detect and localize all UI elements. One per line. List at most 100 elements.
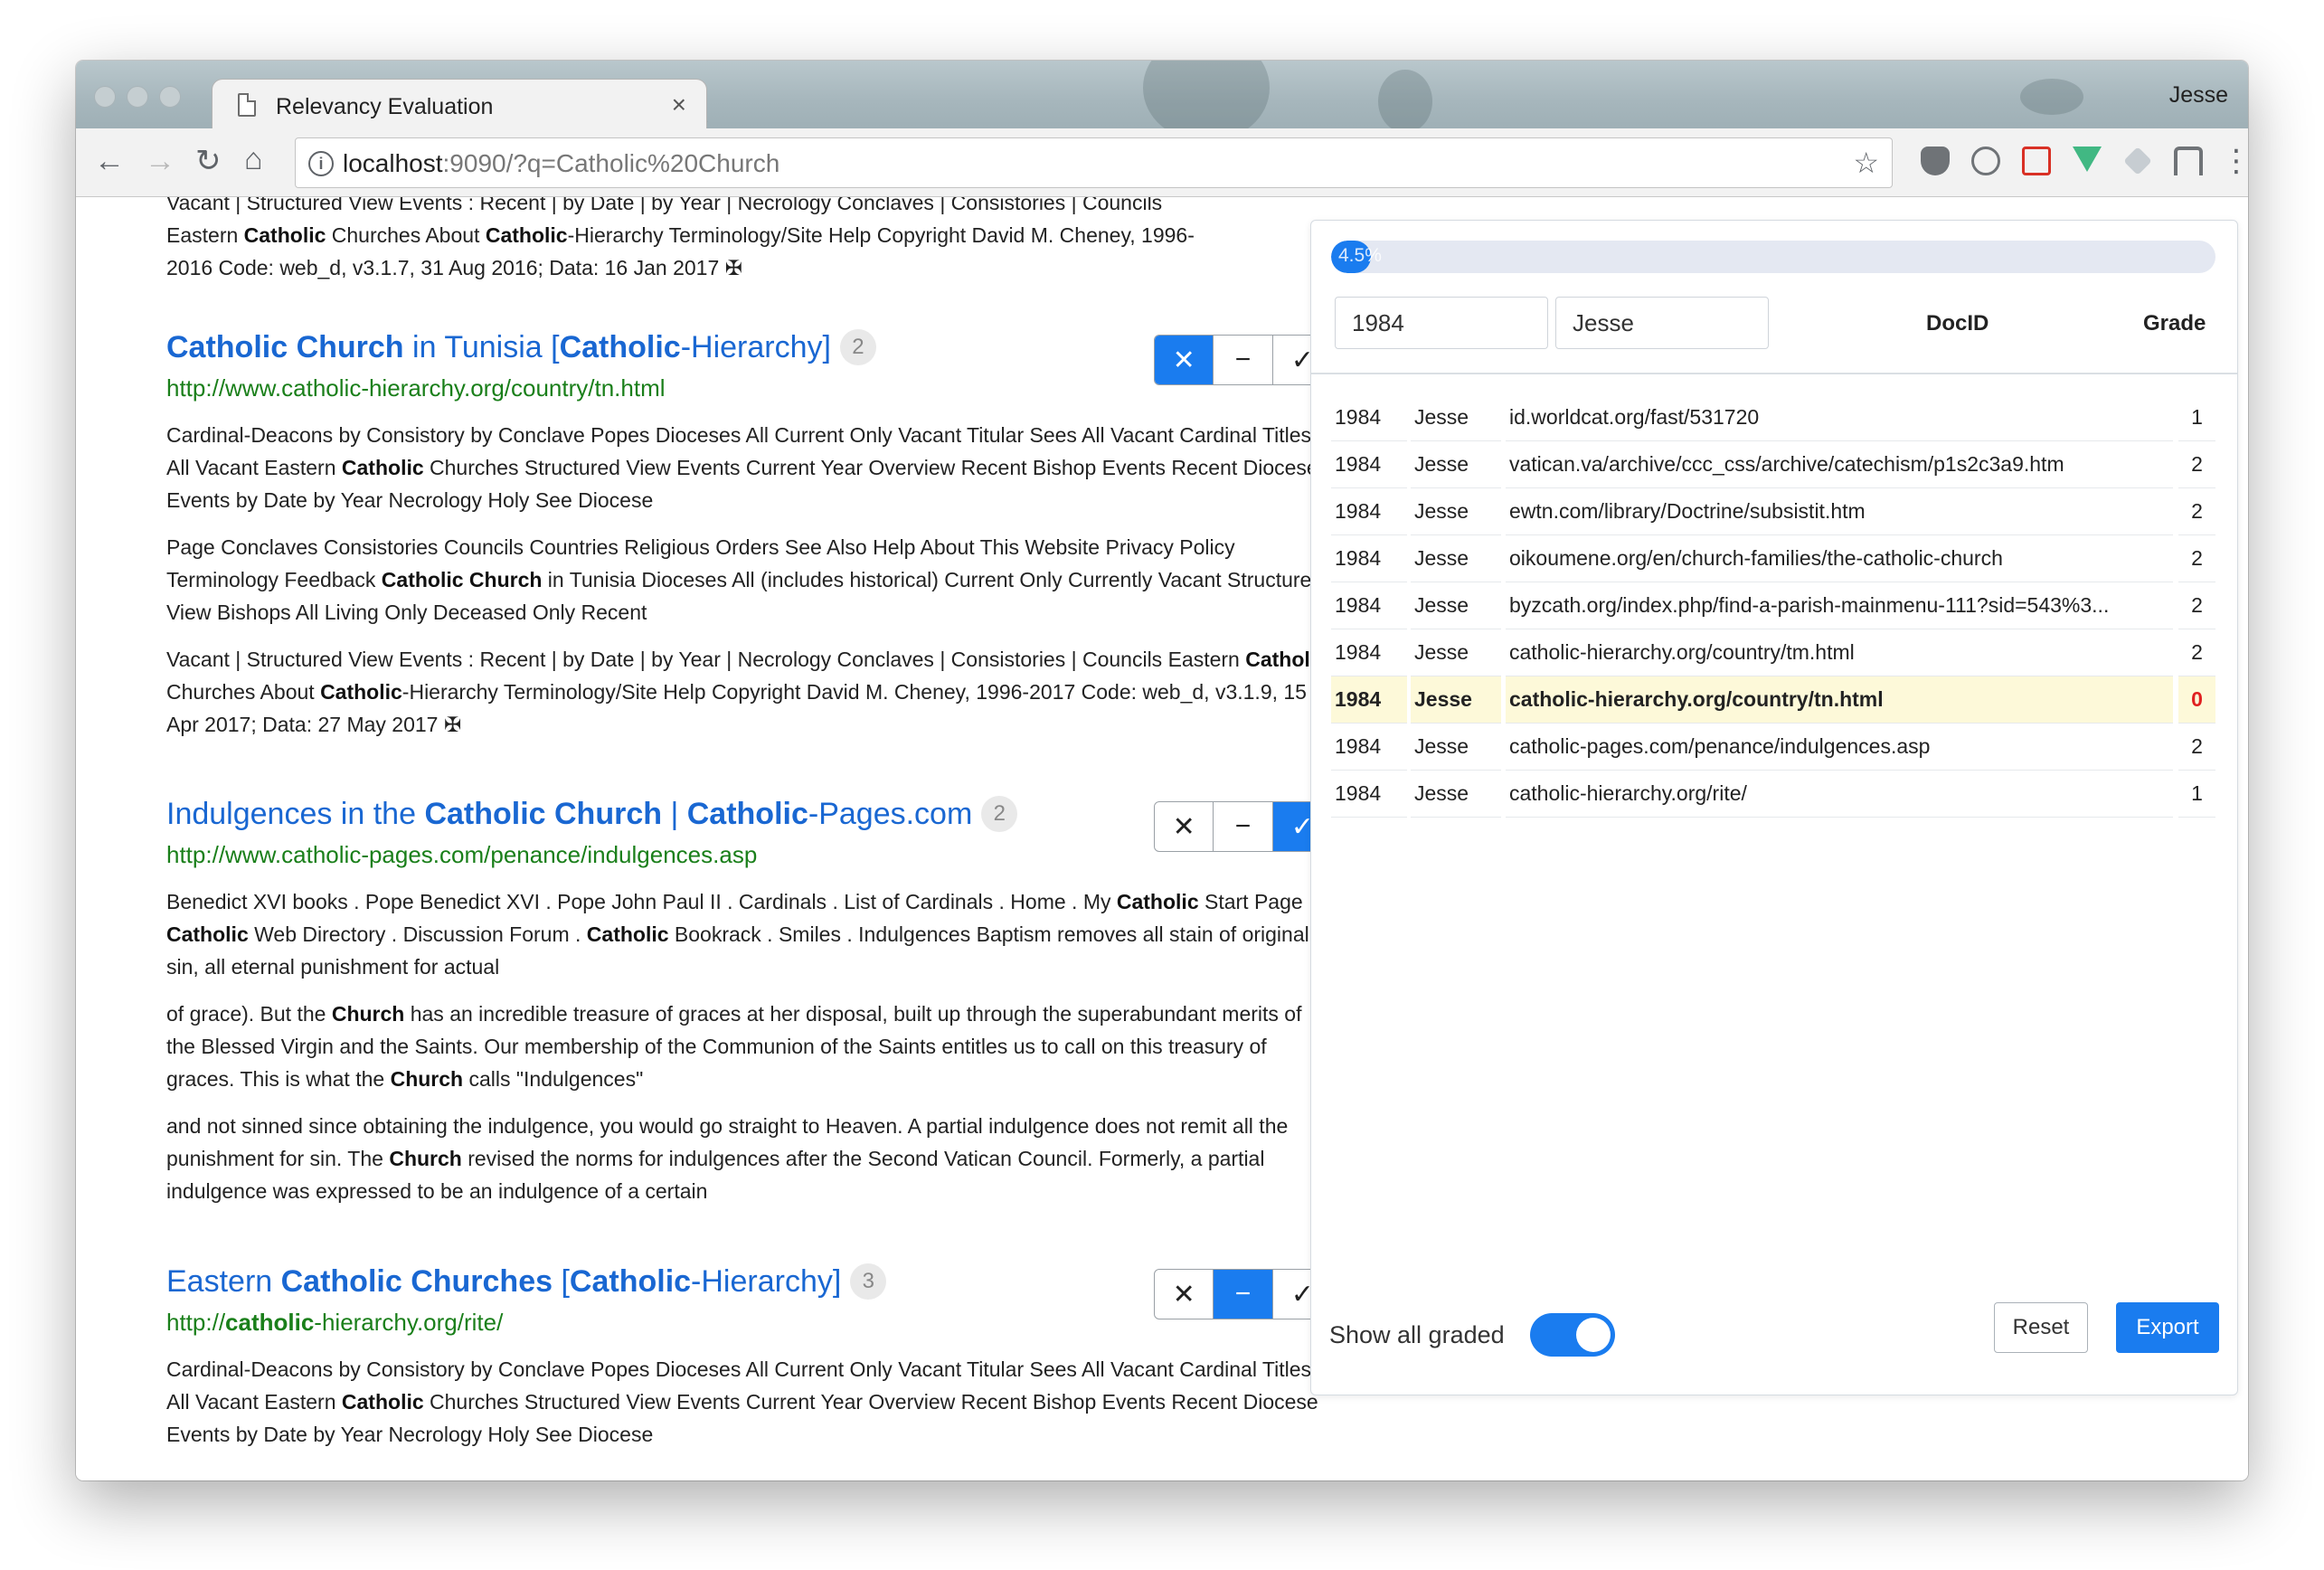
row-year: 1984 — [1331, 724, 1407, 771]
row-docid: catholic-pages.com/penance/indulgences.a… — [1506, 724, 2173, 771]
tab-title: Relevancy Evaluation — [276, 94, 494, 119]
search-result: Catholic Church in Tunisia [Catholic-Hie… — [166, 327, 1333, 755]
password-manager-icon[interactable] — [1971, 147, 2000, 175]
row-grade: 1 — [2178, 394, 2215, 441]
dropbox-icon[interactable] — [2123, 147, 2152, 175]
row-user: Jesse — [1411, 676, 1501, 724]
row-user: Jesse — [1411, 771, 1501, 818]
graded-table: 1984 Jesse id.worldcat.org/fast/531720 1 198… — [1331, 394, 2215, 818]
row-user: Jesse — [1411, 582, 1501, 629]
toggle-knob — [1576, 1318, 1611, 1352]
search-result: Eastern Catholic Churches [Catholic-Hier… — [166, 1262, 1333, 1465]
medical-cross-icon[interactable] — [2022, 147, 2051, 175]
row-docid: byzcath.org/index.php/find-a-parish-main… — [1506, 582, 2173, 629]
result-snippet: Cardinal-Deacons by Consistory by Concla… — [166, 423, 1318, 512]
row-grade: 2 — [2178, 582, 2215, 629]
grade-neutral-button[interactable]: − — [1214, 1270, 1273, 1319]
row-year: 1984 — [1331, 441, 1407, 488]
info-icon[interactable]: i — [308, 151, 334, 176]
fragment-line: Eastern Catholic Churches About Catholic… — [166, 223, 1195, 247]
reset-button[interactable]: Reset — [1994, 1302, 2088, 1353]
row-grade: 2 — [2178, 629, 2215, 676]
result-snippet: Page Conclaves Consistories Councils Cou… — [166, 535, 1324, 624]
panel-divider — [1311, 373, 2237, 374]
result-snippet: Cardinal-Deacons by Consistory by Concla… — [166, 1357, 1318, 1446]
url-text[interactable]: localhost:9090/?q=Catholic%20Church — [343, 149, 779, 178]
browser-window: Relevancy Evaluation × Jesse ← → ↻ ⌂ i l… — [76, 61, 2248, 1480]
row-grade: 0 — [2178, 676, 2215, 724]
vue-devtools-icon[interactable] — [2073, 147, 2102, 172]
table-row[interactable]: 1984 Jesse catholic-hierarchy.org/rite/1 — [1331, 771, 2215, 818]
previous-result-fragment: Vacant | Structured View Events : Recent… — [166, 197, 1333, 284]
row-docid: vatican.va/archive/ccc_css/archive/catec… — [1506, 441, 2173, 488]
grade-button-group: ✕ − ✓ — [1154, 335, 1333, 385]
profile-name[interactable]: Jesse — [2169, 82, 2228, 109]
current-grade-badge: 2 — [839, 329, 876, 365]
row-grade: 2 — [2178, 535, 2215, 582]
user-input[interactable]: Jesse — [1555, 297, 1769, 349]
address-bar[interactable]: i localhost:9090/?q=Catholic%20Church ☆ — [295, 137, 1893, 188]
grade-irrelevant-button[interactable]: ✕ — [1155, 802, 1214, 851]
row-user: Jesse — [1411, 535, 1501, 582]
home-icon[interactable]: ⌂ — [244, 139, 263, 179]
row-grade: 2 — [2178, 441, 2215, 488]
table-row[interactable]: 1984 Jesse byzcath.org/index.php/find-a-pa… — [1331, 582, 2215, 629]
tab-close-icon[interactable]: × — [672, 90, 686, 119]
table-row[interactable]: 1984 Jesse oikoumene.org/en/church-familie… — [1331, 535, 2215, 582]
result-snippet: of grace). But the Church has an incredi… — [166, 1002, 1302, 1091]
grade-button-group: ✕ − ✓ — [1154, 801, 1333, 852]
year-input[interactable]: 1984 — [1335, 297, 1548, 349]
show-all-graded-toggle[interactable] — [1530, 1313, 1615, 1357]
row-docid: ewtn.com/library/Doctrine/subsistit.htm — [1506, 488, 2173, 535]
row-year: 1984 — [1331, 488, 1407, 535]
result-snippet: Benedict XVI books . Pope Benedict XVI .… — [166, 890, 1315, 979]
pocket-icon[interactable] — [1921, 147, 1950, 175]
table-row[interactable]: 1984 Jesse catholic-pages.com/penance/indu… — [1331, 724, 2215, 771]
row-docid: id.worldcat.org/fast/531720 — [1506, 394, 2173, 441]
grade-neutral-button[interactable]: − — [1214, 336, 1273, 384]
row-year: 1984 — [1331, 535, 1407, 582]
table-row[interactable]: 1984 Jesse id.worldcat.org/fast/531720 1 — [1331, 394, 2215, 441]
row-docid: oikoumene.org/en/church-families/the-cat… — [1506, 535, 2173, 582]
menu-icon[interactable]: ⋮ — [2221, 141, 2248, 181]
grade-neutral-button[interactable]: − — [1214, 802, 1273, 851]
row-docid: catholic-hierarchy.org/country/tm.html — [1506, 629, 2173, 676]
docid-header: DocID — [1926, 311, 1989, 336]
fragment-line: Vacant | Structured View Events : Recent… — [166, 197, 1163, 214]
browser-toolbar: ← → ↻ ⌂ i localhost:9090/?q=Catholic%20C… — [76, 128, 2248, 197]
forward-icon[interactable]: → — [145, 141, 175, 181]
result-snippet: Vacant | Structured View Events : Recent… — [166, 648, 1327, 736]
row-user: Jesse — [1411, 488, 1501, 535]
title-bar: Relevancy Evaluation × Jesse — [76, 61, 2248, 142]
close-window-button[interactable] — [94, 86, 116, 108]
progress-bar: 4.5% — [1331, 241, 2215, 273]
grade-header: Grade — [2143, 311, 2206, 336]
current-grade-badge: 2 — [981, 796, 1018, 832]
minimize-window-button[interactable] — [127, 86, 148, 108]
reload-icon[interactable]: ↻ — [195, 141, 222, 181]
evaluation-panel: 4.5% 1984 Jesse DocID Grade 1984 Jesse id.… — [1310, 220, 2238, 1395]
table-row[interactable]: 1984 Jesse ewtn.com/library/Doctrine/subsi… — [1331, 488, 2215, 535]
grade-irrelevant-button[interactable]: ✕ — [1155, 1270, 1214, 1319]
browser-tab[interactable]: Relevancy Evaluation × — [212, 79, 707, 129]
bookmark-star-icon[interactable]: ☆ — [1853, 146, 1879, 180]
search-result: Indulgences in the Catholic Church | Cat… — [166, 794, 1333, 1222]
row-docid: catholic-hierarchy.org/country/tn.html — [1506, 676, 2173, 724]
row-grade: 2 — [2178, 488, 2215, 535]
extension-icon[interactable] — [2174, 147, 2203, 175]
current-grade-badge: 3 — [850, 1263, 887, 1300]
progress-label: 4.5% — [1338, 245, 1382, 266]
table-row[interactable]: 1984 Jesse vatican.va/archive/ccc_css/arch… — [1331, 441, 2215, 488]
back-icon[interactable]: ← — [94, 141, 125, 181]
fragment-line: 2016 Code: web_d, v3.1.7, 31 Aug 2016; D… — [166, 256, 742, 279]
maximize-window-button[interactable] — [159, 86, 181, 108]
table-row[interactable]: 1984 Jesse catholic-hierarchy.org/country/… — [1331, 676, 2215, 724]
row-year: 1984 — [1331, 394, 1407, 441]
export-button[interactable]: Export — [2116, 1302, 2219, 1353]
row-docid: catholic-hierarchy.org/rite/ — [1506, 771, 2173, 818]
grade-irrelevant-button[interactable]: ✕ — [1155, 336, 1214, 384]
table-row[interactable]: 1984 Jesse catholic-hierarchy.org/country/… — [1331, 629, 2215, 676]
show-all-graded-label: Show all graded — [1329, 1321, 1505, 1348]
page-icon — [238, 93, 256, 117]
row-user: Jesse — [1411, 394, 1501, 441]
